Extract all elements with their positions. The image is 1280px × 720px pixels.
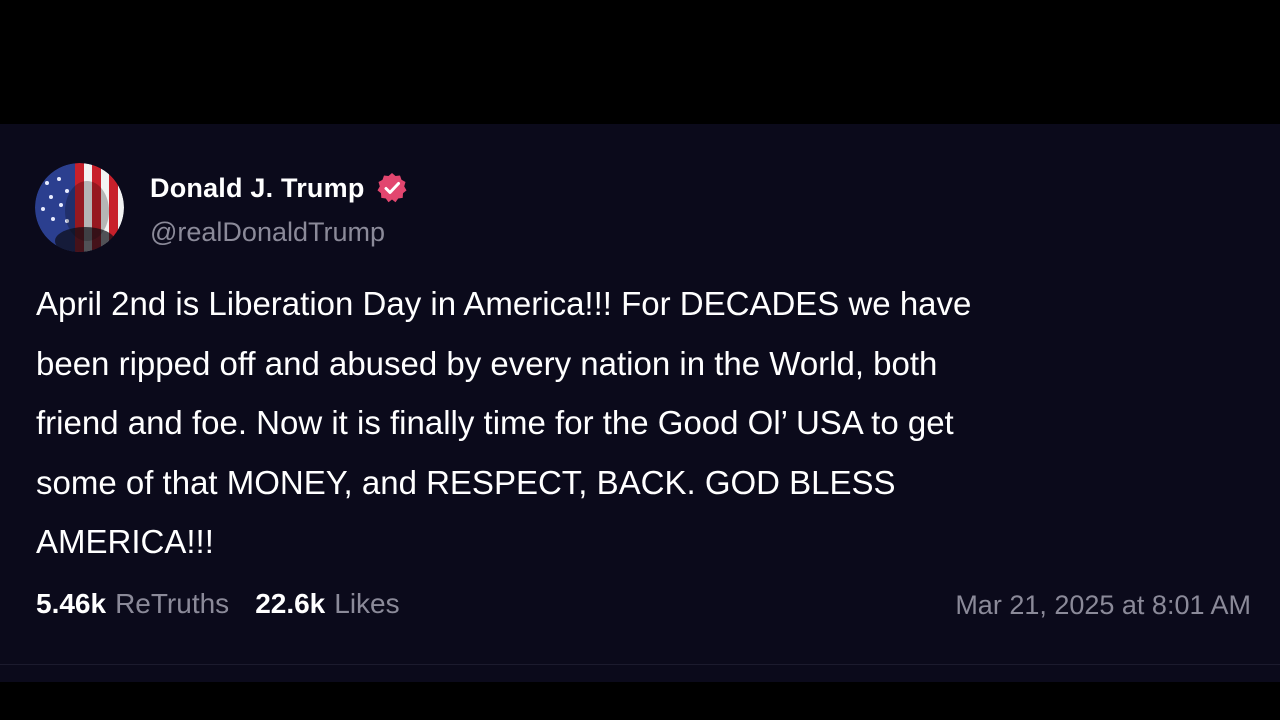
post-timestamp[interactable]: Mar 21, 2025 at 8:01 AM xyxy=(955,590,1251,621)
likes-label: Likes xyxy=(334,588,400,619)
card-divider xyxy=(0,664,1280,665)
post-body-line: April 2nd is Liberation Day in America!!… xyxy=(36,285,972,322)
post-body-line: friend and foe. Now it is finally time f… xyxy=(36,404,954,441)
author-name-row: Donald J. Trump xyxy=(150,170,409,206)
retruths-stat[interactable]: 5.46k ReTruths xyxy=(36,588,229,620)
retruths-label: ReTruths xyxy=(115,588,230,619)
retruths-count: 5.46k xyxy=(36,588,107,619)
flag-portrait-avatar-icon xyxy=(35,163,124,252)
author-avatar[interactable] xyxy=(35,163,124,252)
post-body: April 2nd is Liberation Day in America!!… xyxy=(36,274,1196,572)
author-handle[interactable]: @realDonaldTrump xyxy=(150,217,385,248)
likes-stat[interactable]: 22.6k Likes xyxy=(255,588,399,620)
post-body-line: been ripped off and abused by every nati… xyxy=(36,344,938,382)
author-display-name[interactable]: Donald J. Trump xyxy=(150,173,365,204)
likes-count: 22.6k xyxy=(255,588,326,619)
post-body-line: some of that MONEY, and RESPECT, BACK. G… xyxy=(36,463,896,501)
screen: Donald J. Trump @realDonaldTrump April 2… xyxy=(0,0,1280,720)
post-stats: 5.46k ReTruths 22.6k Likes xyxy=(36,588,426,620)
post-body-line: AMERICA!!! xyxy=(36,523,214,560)
verified-check-icon xyxy=(375,171,409,205)
